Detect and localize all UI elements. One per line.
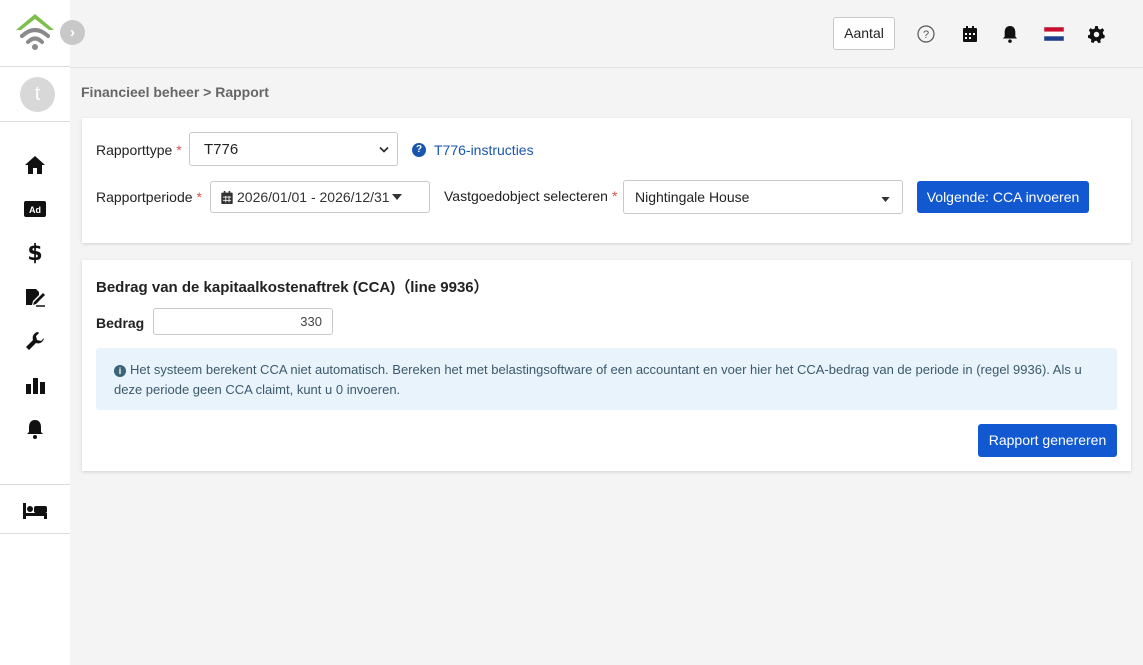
- sidebar: t Ad $: [0, 0, 70, 665]
- required-marker: *: [176, 142, 182, 158]
- sidebar-divider: [0, 121, 70, 122]
- property-label-text: Vastgoedobject selecteren: [444, 188, 608, 204]
- amount-label: Bedrag: [96, 315, 145, 331]
- calendar-icon[interactable]: [960, 24, 980, 44]
- dollar-icon-glyph: $: [27, 240, 43, 266]
- avatar[interactable]: t: [20, 77, 55, 112]
- report-type-value: T776: [204, 140, 239, 158]
- report-form-card: Rapporttype * T776 ? T776-instructies Rap…: [82, 118, 1131, 243]
- app-logo[interactable]: [14, 12, 56, 52]
- period-label: Rapportperiode *: [96, 189, 202, 205]
- cca-card: Bedrag van de kapitaalkostenaftrek (CCA)…: [82, 260, 1131, 471]
- sidebar-divider: [0, 66, 70, 67]
- sidebar-divider: [0, 533, 70, 534]
- svg-text:?: ?: [923, 29, 929, 41]
- help-circle-icon: ?: [412, 143, 426, 157]
- next-cca-button[interactable]: Volgende: CCA invoeren: [917, 181, 1089, 213]
- wrench-icon[interactable]: [22, 328, 48, 354]
- calendar-icon: [221, 190, 233, 204]
- instructions-link[interactable]: ? T776-instructies: [412, 142, 534, 158]
- gear-icon[interactable]: [1086, 24, 1106, 44]
- help-icon[interactable]: ?: [916, 24, 936, 44]
- breadcrumb: Financieel beheer > Rapport: [81, 84, 269, 100]
- bell-icon[interactable]: [22, 416, 48, 442]
- required-marker: *: [611, 188, 618, 204]
- cca-title: Bedrag van de kapitaalkostenaftrek (CCA)…: [96, 279, 489, 296]
- report-type-label-text: Rapporttype: [96, 142, 173, 158]
- dollar-icon[interactable]: $: [22, 240, 48, 266]
- home-icon[interactable]: [22, 152, 48, 178]
- property-value: Nightingale House: [635, 189, 750, 205]
- top-bar: Aantal ?: [70, 0, 1143, 68]
- sidebar-divider: [0, 484, 70, 485]
- aantal-button[interactable]: Aantal: [833, 17, 895, 50]
- period-value: 2026/01/01 - 2026/12/31: [237, 189, 390, 205]
- info-icon: i: [114, 365, 126, 377]
- bar-chart-icon[interactable]: [22, 372, 48, 398]
- instructions-link-text: T776-instructies: [434, 142, 534, 158]
- chevron-down-icon: [379, 141, 389, 158]
- flag-nl-icon[interactable]: [1043, 24, 1065, 44]
- sidebar-toggle-button[interactable]: ›: [60, 20, 85, 45]
- caret-down-icon: [391, 194, 402, 200]
- period-picker[interactable]: 2026/01/01 - 2026/12/31: [210, 181, 430, 213]
- info-alert: i Het systeem berekent CCA niet automatis…: [96, 348, 1117, 410]
- ad-icon-label: Ad: [29, 205, 41, 215]
- caret-down-icon: [881, 189, 890, 205]
- report-type-label: Rapporttype *: [96, 142, 182, 158]
- property-label: Vastgoedobject selecteren *: [444, 188, 617, 204]
- bed-icon[interactable]: [22, 498, 48, 524]
- generate-report-button[interactable]: Rapport genereren: [978, 424, 1117, 457]
- report-type-select[interactable]: T776: [189, 132, 398, 166]
- period-label-text: Rapportperiode: [96, 189, 193, 205]
- signature-icon[interactable]: [22, 284, 48, 310]
- required-marker: *: [196, 189, 202, 205]
- bell-icon[interactable]: [1000, 24, 1020, 44]
- info-text: Het systeem berekent CCA niet automatisc…: [114, 362, 1082, 397]
- property-select[interactable]: Nightingale House: [623, 180, 903, 214]
- amount-input[interactable]: 330: [153, 308, 333, 335]
- ad-icon[interactable]: Ad: [22, 196, 48, 222]
